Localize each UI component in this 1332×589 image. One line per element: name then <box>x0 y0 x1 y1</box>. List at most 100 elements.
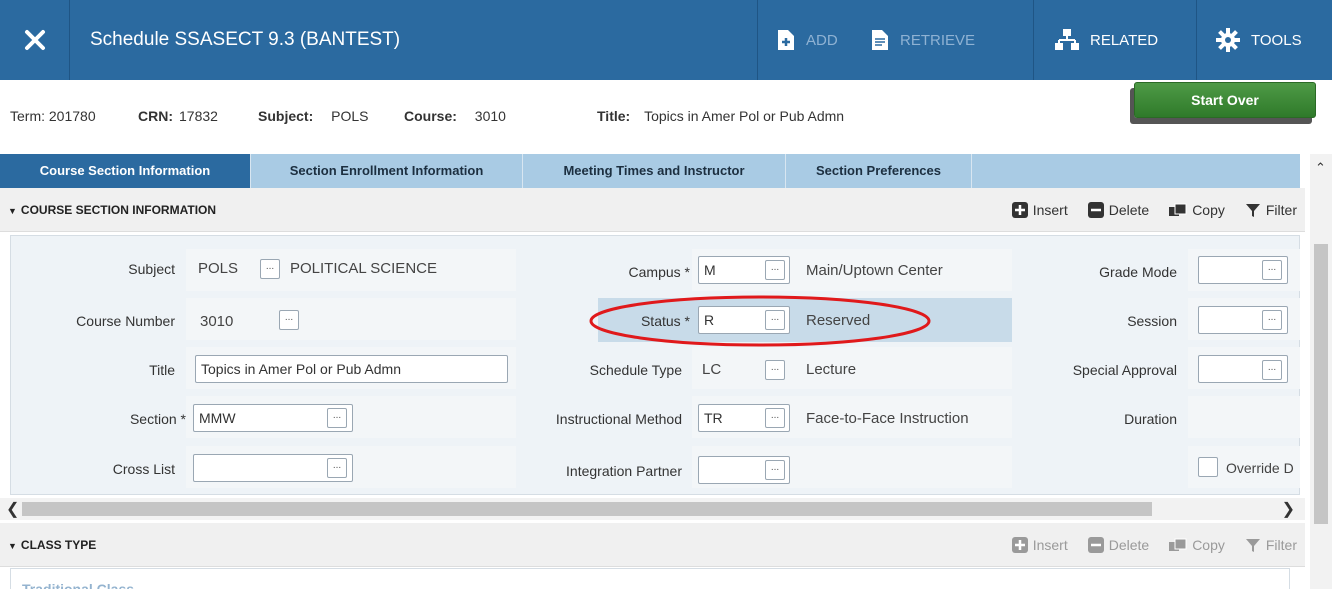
filter-label: Filter <box>1265 537 1297 553</box>
title-key-value: Topics in Amer Pol or Pub Admn <box>644 108 845 124</box>
filter-button[interactable]: Filter <box>1245 202 1297 218</box>
related-label: RELATED <box>1090 31 1159 49</box>
gear-icon <box>1216 28 1240 52</box>
tab-section-preferences[interactable]: Section Preferences <box>786 154 972 188</box>
instructional-method-label: Instructional Method <box>555 411 682 427</box>
vertical-scrollbar[interactable]: ⌃ <box>1310 154 1332 589</box>
tab-course-section-information[interactable]: Course Section Information <box>0 154 251 195</box>
tab-bar: Course Section Information Section Enrol… <box>0 154 1300 195</box>
cross-list-lov-button[interactable]: ... <box>327 458 347 478</box>
filter-icon <box>1245 539 1260 552</box>
add-button[interactable]: ADD <box>766 0 848 80</box>
tab-section-enrollment-information[interactable]: Section Enrollment Information <box>251 154 523 188</box>
page-title: Schedule SSASECT 9.3 (BANTEST) <box>90 29 401 50</box>
session-label: Session <box>1127 313 1177 329</box>
special-approval-label: Special Approval <box>1072 362 1177 378</box>
insert-label: Insert <box>1032 202 1068 218</box>
toolbar-divider <box>1033 0 1034 80</box>
insert-button[interactable]: Insert <box>1011 202 1068 218</box>
crn-value: 17832 <box>179 108 218 124</box>
term-field: Term: 201780 <box>10 108 96 124</box>
retrieve-button[interactable]: RETRIEVE <box>860 0 985 80</box>
add-document-icon <box>778 30 794 50</box>
subject-lov-button[interactable]: ... <box>260 259 280 279</box>
special-approval-lov-button[interactable]: ... <box>1262 360 1282 380</box>
subject-key-field: Subject: POLS <box>258 108 368 124</box>
horizontal-scroll-thumb[interactable] <box>22 502 1152 516</box>
start-over-button[interactable]: Start Over <box>1134 82 1316 118</box>
close-icon <box>24 30 45 50</box>
section-toolbar: Insert Delete Copy Filter <box>1011 188 1297 232</box>
integration-partner-lov-button[interactable]: ... <box>765 460 785 480</box>
grade-mode-lov-button[interactable]: ... <box>1262 260 1282 280</box>
highlight-ellipse <box>589 295 931 347</box>
campus-label: Campus * <box>628 264 690 280</box>
copy-button[interactable]: Copy <box>1169 202 1225 218</box>
instructional-method-lov-button[interactable]: ... <box>765 408 785 428</box>
subject-description: POLITICAL SCIENCE <box>290 260 437 277</box>
insert-label: Insert <box>1032 537 1068 553</box>
course-number-lov-button[interactable]: ... <box>279 310 299 330</box>
class-type-title[interactable]: ▼ CLASS TYPE <box>8 523 96 568</box>
course-key-field: Course: 3010 <box>404 108 506 124</box>
class-type-header: ▼ CLASS TYPE Insert Delete Copy Filter <box>0 523 1305 567</box>
scroll-right-icon[interactable]: ❯ <box>1282 499 1295 519</box>
class-type-toolbar: Insert Delete Copy Filter <box>1011 523 1297 567</box>
copy-icon <box>1169 203 1187 216</box>
filter-icon <box>1245 204 1260 217</box>
schedule-type-description: Lecture <box>806 361 857 378</box>
retrieve-document-icon <box>872 30 888 50</box>
delete-label: Delete <box>1108 537 1150 553</box>
filter-button[interactable]: Filter <box>1245 537 1297 553</box>
duration-label: Duration <box>1124 411 1177 427</box>
subject-key-label: Subject: <box>258 108 314 124</box>
section-lov-button[interactable]: ... <box>327 408 347 428</box>
copy-button[interactable]: Copy <box>1169 537 1225 553</box>
vertical-scroll-thumb[interactable] <box>1314 244 1328 524</box>
section-label: Section * <box>129 411 186 427</box>
term-label: Term: <box>10 108 45 124</box>
tools-button[interactable]: TOOLS <box>1205 0 1312 80</box>
section-title[interactable]: ▼ COURSE SECTION INFORMATION <box>8 188 216 233</box>
insert-button[interactable]: Insert <box>1011 537 1068 553</box>
override-checkbox[interactable] <box>1198 457 1218 477</box>
scroll-left-icon[interactable]: ❮ <box>6 499 19 519</box>
crn-field: CRN: 17832 <box>138 108 218 124</box>
course-number-label: Course Number <box>76 313 175 329</box>
campus-description: Main/Uptown Center <box>806 262 943 279</box>
course-number-value: 3010 <box>200 313 234 330</box>
copy-icon <box>1169 538 1187 551</box>
delete-minus-icon <box>1087 202 1104 218</box>
horizontal-scrollbar[interactable]: ❮ ❯ <box>0 498 1305 520</box>
delete-label: Delete <box>1108 202 1150 218</box>
delete-minus-icon <box>1087 537 1104 553</box>
course-key-label: Course: <box>404 108 457 124</box>
subject-value: POLS <box>198 260 239 277</box>
override-label: Override D <box>1226 460 1294 476</box>
term-value: 201780 <box>48 108 96 124</box>
delete-button[interactable]: Delete <box>1087 537 1150 553</box>
subject-key-value: POLS <box>331 108 369 124</box>
campus-lov-button[interactable]: ... <box>765 260 785 280</box>
title-key-field: Title: Topics in Amer Pol or Pub Admn <box>597 108 844 124</box>
course-number-cell <box>186 298 516 340</box>
schedule-type-lov-button[interactable]: ... <box>765 360 785 380</box>
tab-meeting-times-instructor[interactable]: Meeting Times and Instructor <box>523 154 786 188</box>
copy-label: Copy <box>1192 202 1225 218</box>
class-type-panel <box>10 568 1290 589</box>
scroll-up-icon[interactable]: ⌃ <box>1315 160 1326 176</box>
title-input[interactable]: Topics in Amer Pol or Pub Admn <box>195 355 508 383</box>
section-title-label: COURSE SECTION INFORMATION <box>20 203 217 217</box>
app-header: Schedule SSASECT 9.3 (BANTEST) ADD RETRI… <box>0 0 1332 80</box>
session-lov-button[interactable]: ... <box>1262 310 1282 330</box>
cross-list-label: Cross List <box>112 461 175 477</box>
related-button[interactable]: RELATED <box>1044 0 1168 80</box>
close-button[interactable] <box>0 0 70 80</box>
toolbar-divider <box>757 0 758 80</box>
retrieve-label: RETRIEVE <box>900 31 976 49</box>
add-label: ADD <box>806 31 838 49</box>
delete-button[interactable]: Delete <box>1087 202 1150 218</box>
schedule-type-value: LC <box>702 361 722 378</box>
tools-label: TOOLS <box>1251 31 1302 49</box>
grade-mode-label: Grade Mode <box>1099 264 1177 280</box>
